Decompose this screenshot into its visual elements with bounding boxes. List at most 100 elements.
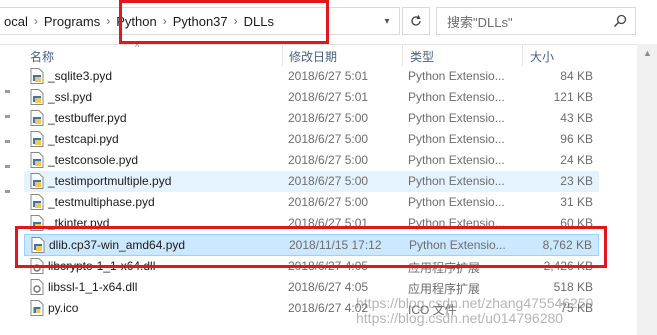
file-date: 2018/6/27 5:00 bbox=[288, 153, 369, 167]
file-name: _testbuffer.pyd bbox=[48, 111, 127, 125]
file-name: libcrypto-1_1-x64.dll bbox=[48, 259, 156, 273]
chevron-down-icon[interactable]: ▾ bbox=[376, 8, 398, 34]
file-size: 43 KB bbox=[560, 111, 593, 125]
file-date: 2018/6/27 5:01 bbox=[288, 69, 369, 83]
breadcrumb-item[interactable]: Python bbox=[112, 14, 160, 29]
pin-icon bbox=[5, 140, 10, 143]
file-size: 518 KB bbox=[553, 280, 593, 294]
file-row[interactable]: _testcapi.pyd 2018/6/27 5:00 Python Exte… bbox=[24, 129, 599, 150]
python-file-icon bbox=[31, 237, 45, 253]
file-date: 2018/6/27 5:01 bbox=[288, 90, 369, 104]
python-file-icon bbox=[30, 173, 44, 189]
file-row[interactable]: _tkinter.pyd 2018/6/27 5:01 Python Exten… bbox=[24, 213, 599, 234]
vertical-scrollbar[interactable]: ▲ bbox=[637, 44, 657, 335]
file-row[interactable]: _sqlite3.pyd 2018/6/27 5:01 Python Exten… bbox=[24, 66, 599, 87]
chevron-right-icon[interactable]: › bbox=[232, 14, 240, 28]
file-size: 84 KB bbox=[560, 69, 593, 83]
file-type: Python Extensio... bbox=[408, 90, 505, 104]
refresh-icon bbox=[411, 15, 421, 26]
ico-file-icon bbox=[30, 300, 44, 316]
file-date: 2018/6/27 5:01 bbox=[288, 216, 369, 230]
file-type: Python Extensio... bbox=[408, 153, 505, 167]
file-name: _testimportmultiple.pyd bbox=[48, 174, 172, 188]
watermark-line: https://blog.csdn.net/u014796280 bbox=[356, 310, 564, 326]
sort-up-icon: ^ bbox=[135, 42, 140, 52]
python-file-icon bbox=[30, 131, 44, 147]
file-name: _ssl.pyd bbox=[48, 90, 93, 104]
file-date: 2018/6/27 4:05 bbox=[288, 280, 369, 294]
chevron-right-icon[interactable]: › bbox=[32, 14, 40, 28]
file-name: _testconsole.pyd bbox=[48, 153, 139, 167]
file-name: dlib.cp37-win_amd64.pyd bbox=[49, 238, 186, 252]
file-row[interactable]: _testconsole.pyd 2018/6/27 5:00 Python E… bbox=[24, 150, 599, 171]
file-name: _testmultiphase.pyd bbox=[48, 195, 155, 209]
column-divider[interactable] bbox=[402, 44, 403, 66]
file-type: Python Extensio... bbox=[408, 132, 505, 146]
file-date: 2018/6/27 5:00 bbox=[288, 111, 369, 125]
column-size-header[interactable]: 大小 bbox=[530, 48, 554, 65]
column-type-header[interactable]: 类型 bbox=[410, 48, 434, 65]
python-file-icon bbox=[30, 215, 44, 231]
file-name: py.ico bbox=[48, 301, 79, 315]
file-row[interactable]: libcrypto-1_1-x64.dll 2018/6/27 4:05 应用程… bbox=[24, 256, 599, 277]
column-divider[interactable] bbox=[282, 44, 283, 66]
column-date-header[interactable]: 修改日期 bbox=[289, 48, 337, 65]
file-size: 8,762 KB bbox=[542, 238, 592, 252]
column-divider[interactable] bbox=[522, 44, 523, 66]
breadcrumb-item[interactable]: DLLs bbox=[240, 14, 278, 29]
file-row-selected[interactable]: dlib.cp37-win_amd64.pyd 2018/11/15 17:12… bbox=[24, 234, 599, 256]
file-date: 2018/6/27 5:00 bbox=[288, 174, 369, 188]
file-name: _sqlite3.pyd bbox=[48, 69, 113, 83]
python-file-icon bbox=[30, 110, 44, 126]
file-name: libssl-1_1-x64.dll bbox=[48, 280, 138, 294]
pin-icon bbox=[5, 190, 10, 193]
file-size: 31 KB bbox=[560, 195, 593, 209]
python-file-icon bbox=[30, 194, 44, 210]
chevron-right-icon[interactable]: › bbox=[104, 14, 112, 28]
file-date: 2018/6/27 5:00 bbox=[288, 195, 369, 209]
file-row[interactable]: _ssl.pyd 2018/6/27 5:01 Python Extensio.… bbox=[24, 87, 599, 108]
refresh-button[interactable] bbox=[402, 7, 430, 35]
file-size: 2,426 KB bbox=[543, 259, 593, 273]
pin-icon bbox=[5, 90, 10, 93]
breadcrumb-item[interactable]: ocal bbox=[0, 14, 32, 29]
file-row[interactable]: _testbuffer.pyd 2018/6/27 5:00 Python Ex… bbox=[24, 108, 599, 129]
scroll-up-icon[interactable]: ▲ bbox=[643, 48, 652, 58]
search-placeholder: 搜索"DLLs" bbox=[447, 14, 513, 30]
column-header: ^ 名称 修改日期 类型 大小 bbox=[0, 42, 657, 66]
breadcrumb-item[interactable]: Python37 bbox=[169, 14, 232, 29]
file-size: 60 KB bbox=[560, 216, 593, 230]
file-date: 2018/6/27 4:05 bbox=[288, 259, 369, 273]
file-name: _testcapi.pyd bbox=[48, 132, 119, 146]
dll-file-icon bbox=[30, 258, 44, 274]
python-file-icon bbox=[30, 152, 44, 168]
file-size: 121 KB bbox=[553, 90, 593, 104]
file-date: 2018/6/27 5:00 bbox=[288, 132, 369, 146]
file-size: 96 KB bbox=[560, 132, 593, 146]
file-type: Python Extensio... bbox=[408, 195, 505, 209]
pin-icon bbox=[5, 165, 10, 168]
toolbar: ocal › Programs › Python › Python37 › DL… bbox=[0, 0, 657, 45]
column-name-header[interactable]: 名称 bbox=[30, 48, 54, 65]
search-input[interactable]: 搜索"DLLs" bbox=[436, 7, 636, 35]
file-type: Python Extensio... bbox=[409, 238, 506, 252]
file-type: Python Extensio... bbox=[408, 216, 505, 230]
pin-icon bbox=[5, 115, 10, 118]
address-bar[interactable]: ocal › Programs › Python › Python37 › DL… bbox=[0, 7, 400, 35]
dll-file-icon bbox=[30, 279, 44, 295]
watermark-line: https://blog.csdn.net/zhang475546259 bbox=[356, 295, 594, 311]
file-size: 24 KB bbox=[560, 153, 593, 167]
chevron-right-icon[interactable]: › bbox=[161, 14, 169, 28]
file-row[interactable]: _testmultiphase.pyd 2018/6/27 5:00 Pytho… bbox=[24, 192, 599, 213]
python-file-icon bbox=[30, 89, 44, 105]
python-file-icon bbox=[30, 68, 44, 84]
file-type: 应用程序扩展 bbox=[408, 261, 481, 275]
file-type: Python Extensio... bbox=[408, 111, 505, 125]
file-type: Python Extensio... bbox=[408, 174, 505, 188]
search-icon[interactable] bbox=[613, 14, 627, 28]
file-size: 23 KB bbox=[560, 174, 593, 188]
quick-access-pins bbox=[5, 90, 10, 193]
file-row[interactable]: _testimportmultiple.pyd 2018/6/27 5:00 P… bbox=[24, 171, 599, 192]
file-name: _tkinter.pyd bbox=[48, 216, 110, 230]
breadcrumb-item[interactable]: Programs bbox=[40, 14, 104, 29]
